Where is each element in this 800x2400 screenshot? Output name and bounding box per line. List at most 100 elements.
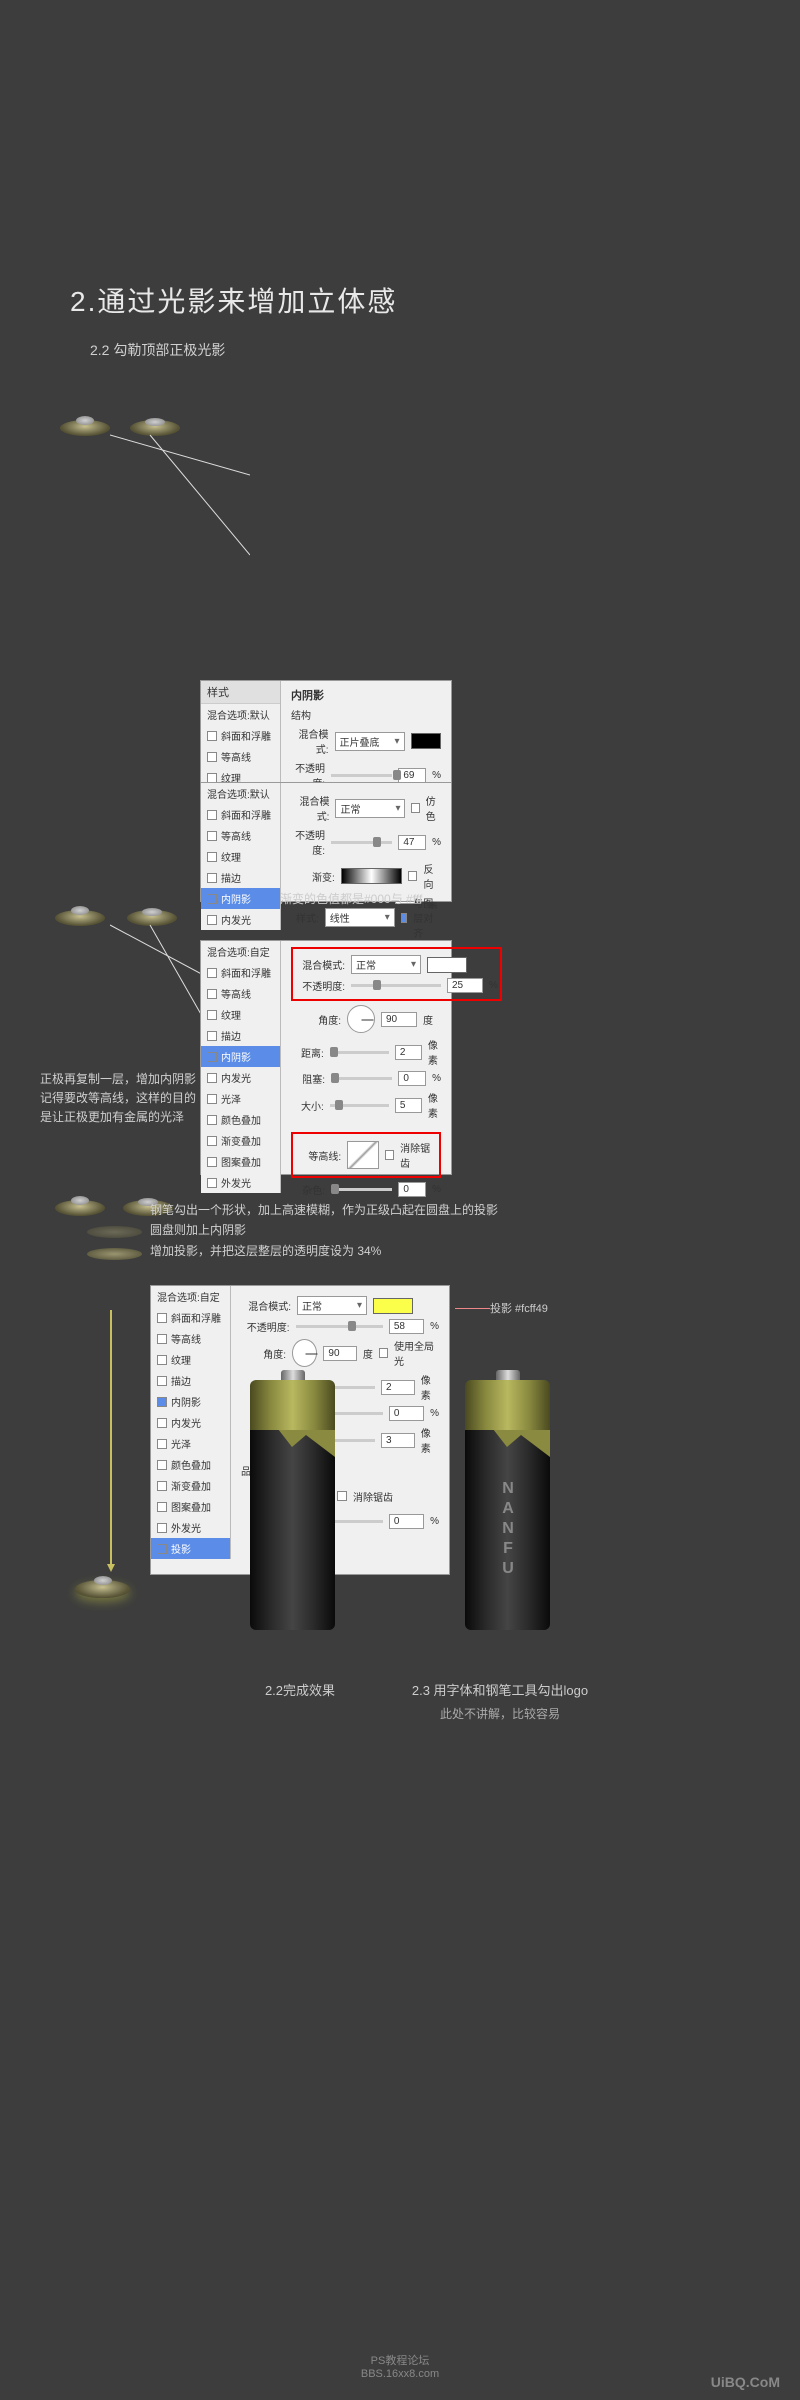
gradient-label: 渐变: (291, 869, 335, 884)
checkbox-icon[interactable] (207, 1010, 217, 1020)
contour-label: 等高线: (295, 1148, 341, 1163)
section-header: 内阴影 (291, 687, 441, 703)
highlight-box: 等高线:消除锯齿 (291, 1132, 441, 1178)
checkbox-icon[interactable] (207, 731, 217, 741)
blend-options-row[interactable]: 混合选项:自定 (201, 941, 280, 962)
outer-glow-row[interactable]: 外发光 (201, 1172, 280, 1193)
opacity-input[interactable]: 69 (398, 768, 426, 783)
blend-mode-dropdown[interactable]: 正常 (297, 1296, 367, 1315)
checkbox-icon[interactable] (207, 1031, 217, 1041)
angle-dial[interactable] (347, 1005, 375, 1033)
distance-slider[interactable] (330, 1051, 389, 1054)
pattern-overlay-row[interactable]: 图案叠加 (201, 1151, 280, 1172)
contour-row[interactable]: 等高线 (201, 746, 280, 767)
stroke-row[interactable]: 描边 (201, 1025, 280, 1046)
checkbox-icon[interactable] (207, 989, 217, 999)
texture-row[interactable]: 纹理 (201, 846, 280, 867)
style-dropdown[interactable]: 线性 (325, 908, 395, 927)
color-swatch[interactable] (411, 733, 442, 749)
opacity-input[interactable]: 47 (398, 835, 426, 850)
stroke-row[interactable]: 描边 (201, 867, 280, 888)
opacity-input[interactable]: 25 (447, 978, 483, 993)
layer-style-panel-gradient: 混合选项:默认 斜面和浮雕 等高线 纹理 描边 内阴影 内发光 混合模式:正常仿… (200, 782, 452, 902)
gradient-overlay-row[interactable]: 渐变叠加 (201, 1130, 280, 1151)
size-slider[interactable] (330, 1104, 389, 1107)
checkbox-icon[interactable] (207, 752, 217, 762)
sidebar-header: 样式 (201, 681, 280, 704)
checkbox-icon[interactable] (207, 894, 217, 904)
size-input[interactable]: 5 (395, 1098, 422, 1113)
distance-input[interactable]: 2 (395, 1045, 422, 1060)
bevel-row[interactable]: 斜面和浮雕 (201, 962, 280, 983)
battery-cap (250, 1380, 335, 1430)
texture-row[interactable]: 纹理 (201, 1004, 280, 1025)
contour-curve[interactable] (347, 1141, 379, 1169)
distance-label: 距离: (291, 1045, 324, 1060)
angle-input[interactable]: 90 (381, 1012, 417, 1027)
bevel-row[interactable]: 斜面和浮雕 (201, 725, 280, 746)
checkbox-icon[interactable] (207, 873, 217, 883)
gradient-swatch[interactable] (341, 868, 403, 884)
battery-results: NANFU (0, 1370, 800, 1630)
checkbox-icon[interactable] (207, 1136, 217, 1146)
bevel-row[interactable]: 斜面和浮雕 (151, 1307, 230, 1328)
checkbox-icon[interactable] (207, 1178, 217, 1188)
checkbox-icon[interactable] (207, 1052, 217, 1062)
checkbox-icon[interactable] (157, 1334, 167, 1344)
checkbox-icon[interactable] (157, 1355, 167, 1365)
note-block-2: 钢笔勾出一个形状，加上高速模糊，作为正级凸起在圆盘上的投影 圆盘则加上内阴影 增… (150, 1200, 650, 1261)
blend-mode-dropdown[interactable]: 正常 (351, 955, 421, 974)
opacity-label: 不透明度: (295, 978, 345, 993)
inner-shadow-row[interactable]: 内阴影 (201, 888, 280, 909)
preview-discs-1 (60, 420, 180, 436)
zigzag-icon (250, 1430, 335, 1459)
noise-label: 杂色: (291, 1182, 325, 1197)
opacity-slider[interactable] (331, 841, 392, 844)
zigzag-icon (465, 1430, 550, 1459)
angle-label: 角度: (241, 1346, 286, 1361)
checkbox-icon[interactable] (157, 1313, 167, 1323)
checkbox-icon[interactable] (379, 1348, 388, 1358)
noise-slider[interactable] (331, 1188, 392, 1191)
checkbox-icon[interactable] (401, 913, 407, 923)
opacity-slider[interactable] (351, 984, 441, 987)
checkbox-icon[interactable] (385, 1150, 394, 1160)
blend-mode-dropdown[interactable]: 正片叠底 (335, 732, 405, 751)
opacity-slider[interactable] (296, 1325, 383, 1328)
opacity-slider[interactable] (331, 774, 392, 777)
tutorial-page: 2.通过光影来增加立体感 2.2 勾勒顶部正极光影 样式 混合选项:默认 斜面和… (0, 0, 800, 2400)
watermark: UiBQ.CoM (711, 2374, 780, 2390)
battery-plain (250, 1370, 335, 1630)
checkbox-icon[interactable] (207, 773, 217, 783)
texture-row[interactable]: 纹理 (151, 1349, 230, 1370)
checkbox-icon[interactable] (207, 915, 217, 925)
color-swatch[interactable] (427, 957, 467, 973)
choke-input[interactable]: 0 (398, 1071, 426, 1086)
checkbox-icon[interactable] (207, 831, 217, 841)
contour-row[interactable]: 等高线 (151, 1328, 230, 1349)
blend-options-row[interactable]: 混合选项:默认 (201, 704, 280, 725)
bevel-row[interactable]: 斜面和浮雕 (201, 804, 280, 825)
checkbox-icon[interactable] (207, 810, 217, 820)
color-swatch[interactable] (373, 1298, 413, 1314)
angle-dial[interactable] (292, 1339, 317, 1367)
noise-input[interactable]: 0 (398, 1182, 426, 1197)
blend-options-row[interactable]: 混合选项:自定 (151, 1286, 230, 1307)
blend-options-row[interactable]: 混合选项:默认 (201, 783, 280, 804)
checkbox-icon[interactable] (408, 871, 417, 881)
blend-mode-label: 混合模式: (295, 957, 345, 972)
checkbox-icon[interactable] (207, 852, 217, 862)
contour-row[interactable]: 等高线 (201, 983, 280, 1004)
checkbox-icon[interactable] (411, 803, 419, 813)
battery-logo-text: NANFU (499, 1480, 517, 1580)
contour-row[interactable]: 等高线 (201, 825, 280, 846)
choke-slider[interactable] (331, 1077, 392, 1080)
inner-shadow-row[interactable]: 内阴影 (201, 1046, 280, 1067)
checkbox-icon[interactable] (207, 968, 217, 978)
checkbox-icon[interactable] (207, 1157, 217, 1167)
angle-input[interactable]: 90 (323, 1346, 356, 1361)
blend-mode-dropdown[interactable]: 正常 (335, 799, 405, 818)
opacity-input[interactable]: 58 (389, 1319, 424, 1334)
inner-glow-row[interactable]: 内发光 (201, 909, 280, 930)
disc-sample (55, 1200, 105, 1216)
